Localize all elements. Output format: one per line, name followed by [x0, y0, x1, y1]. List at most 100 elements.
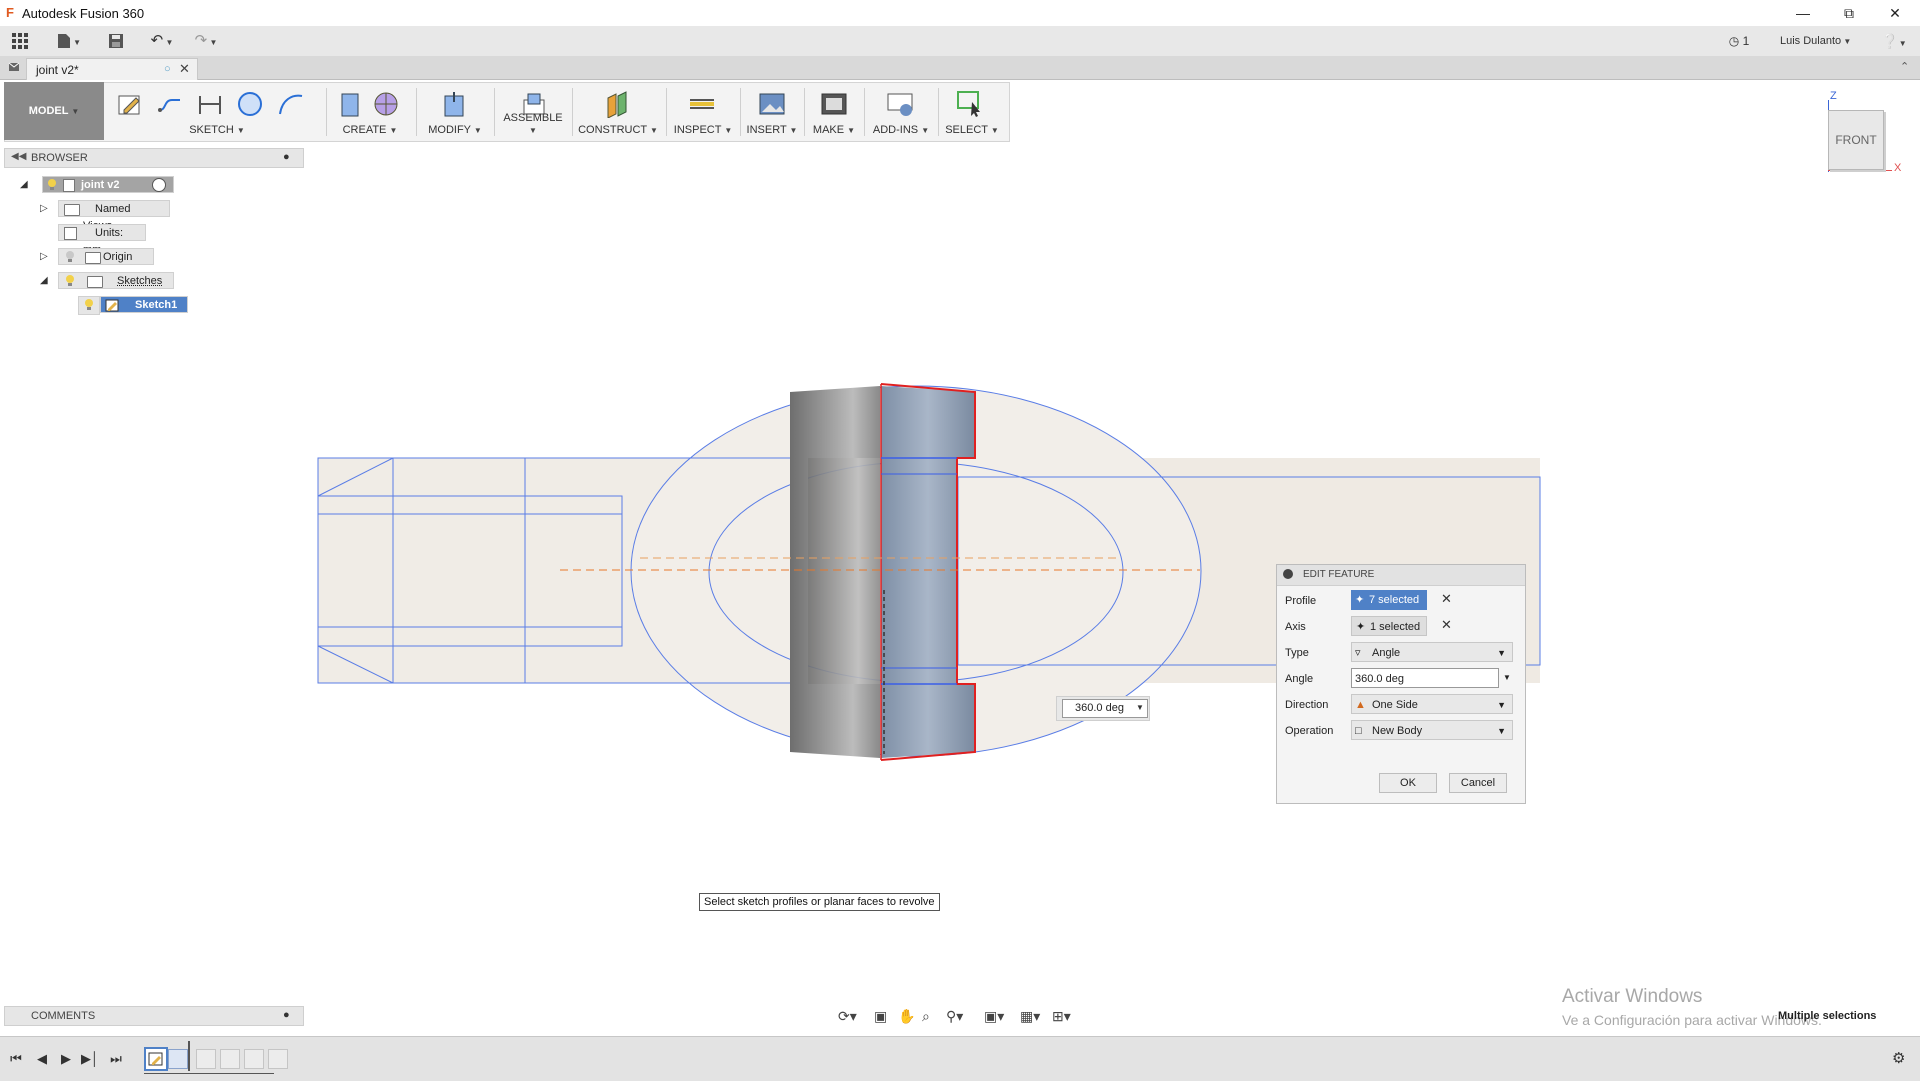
timeline-feature-suppressed[interactable] — [196, 1049, 216, 1069]
angle-value: 360.0 deg — [1355, 673, 1404, 685]
browser-item-origin[interactable]: Origin — [58, 248, 154, 265]
timeline-feature-suppressed[interactable] — [244, 1049, 264, 1069]
toolbar-group-create[interactable]: CREATE ▼ — [330, 82, 410, 140]
fit-icon[interactable]: ⚲▾ — [946, 1008, 963, 1025]
collapse-panel-icon[interactable]: ◀◀ — [11, 151, 26, 162]
save-icon[interactable] — [102, 30, 130, 52]
viewports-icon[interactable]: ⊞▾ — [1052, 1008, 1071, 1025]
job-status-button[interactable]: ◷ 1 — [1724, 30, 1754, 52]
go-to-start-icon[interactable]: ⏮ — [6, 1049, 26, 1069]
cursor-icon: ✦ — [1355, 594, 1365, 606]
circle-tool-icon — [238, 92, 262, 116]
type-dropdown[interactable]: ▿ Angle ▼ — [1351, 642, 1513, 662]
extrude-icon — [341, 93, 359, 117]
timeline-settings-gear-icon[interactable]: ⚙ — [1892, 1049, 1905, 1067]
offset-plane-icon — [607, 91, 627, 118]
step-forward-icon[interactable]: ▶│ — [80, 1049, 100, 1069]
zoom-icon[interactable]: ⌕ — [922, 1008, 930, 1025]
3d-print-icon — [821, 93, 847, 115]
app-grid-icon[interactable] — [6, 30, 34, 52]
toolbar-divider — [740, 88, 741, 136]
timeline-marker[interactable] — [188, 1041, 190, 1071]
dialog-header[interactable]: EDIT FEATURE — [1277, 565, 1525, 586]
angle-type-icon: ▿ — [1355, 647, 1361, 659]
timeline-feature-suppressed[interactable] — [220, 1049, 240, 1069]
document-tab-label: joint v2* — [36, 63, 79, 77]
workspace-switcher[interactable]: MODEL ▼ — [4, 82, 104, 140]
clear-profile-icon[interactable]: ✕ — [1441, 591, 1452, 607]
display-settings-icon[interactable]: ▣▾ — [984, 1008, 1004, 1025]
expand-named-views-icon[interactable]: ▷ — [40, 204, 50, 214]
expand-origin-icon[interactable]: ▷ — [40, 252, 50, 262]
go-to-end-icon[interactable]: ⏭ — [106, 1049, 126, 1069]
browser-item-sketches[interactable]: Sketches — [58, 272, 174, 289]
sketch-visibility-toggle[interactable] — [78, 296, 100, 315]
document-tab-bar: joint v2* ○ ✕ ⌃ — [0, 56, 1920, 80]
toolbar-group-select[interactable]: SELECT ▼ — [942, 82, 1002, 140]
help-icon[interactable]: ❔▼ — [1876, 30, 1912, 52]
direction-dropdown[interactable]: ▲ One Side ▼ — [1351, 694, 1513, 714]
browser-item-label: Origin — [103, 251, 133, 263]
user-menu[interactable]: Luis Dulanto ▼ — [1780, 30, 1880, 52]
cancel-button[interactable]: Cancel — [1449, 773, 1507, 793]
axis-selection-button[interactable]: ✦ 1 selected — [1351, 616, 1427, 636]
comments-panel-header[interactable]: COMMENTS ● — [4, 1006, 304, 1026]
window-title: Autodesk Fusion 360 — [22, 6, 145, 21]
browser-item-units[interactable]: Units: mm — [58, 224, 146, 256]
toolbar-group-sketch[interactable]: SKETCH ▼ — [112, 82, 322, 140]
close-tab-icon[interactable]: ✕ — [179, 61, 190, 77]
toolbar-group-assemble[interactable]: ASSEMBLE ▼ — [498, 82, 568, 140]
step-back-icon[interactable]: ◀ — [32, 1049, 52, 1069]
document-tab[interactable]: joint v2* ○ ✕ — [26, 58, 198, 80]
panel-pin-icon[interactable]: ● — [283, 151, 290, 163]
browser-item-sketch1[interactable]: Sketch1 — [100, 296, 188, 313]
toolbar-group-inspect[interactable]: INSPECT ▼ — [670, 82, 736, 140]
toolbar-divider — [416, 88, 417, 136]
toolbar-group-make[interactable]: MAKE ▼ — [808, 82, 860, 140]
toolbar-group-modify[interactable]: MODIFY ▼ — [420, 82, 490, 140]
close-window-button[interactable]: ✕ — [1872, 0, 1918, 26]
minimize-button[interactable]: — — [1780, 0, 1826, 26]
expand-sketches-icon[interactable]: ◢ — [40, 276, 50, 286]
pan-icon[interactable]: ✋ — [898, 1008, 915, 1025]
play-icon[interactable]: ▶ — [56, 1049, 76, 1069]
file-menu-button[interactable]: ▼ — [52, 30, 86, 52]
timeline-revolve-feature[interactable] — [168, 1049, 188, 1069]
toolbar-divider — [938, 88, 939, 136]
activate-radio-icon[interactable] — [152, 178, 166, 192]
angle-value-field[interactable]: 360.0 deg — [1351, 668, 1499, 688]
angle-dropdown-icon[interactable]: ▼ — [1136, 703, 1144, 712]
timeline-sketch-feature[interactable] — [144, 1047, 168, 1071]
clear-axis-icon[interactable]: ✕ — [1441, 617, 1452, 633]
grid-settings-icon[interactable]: ▦▾ — [1020, 1008, 1040, 1025]
type-label: Type — [1285, 647, 1309, 659]
profile-selection-button[interactable]: ✦ 7 selected — [1351, 590, 1427, 610]
data-panel-icon[interactable] — [8, 61, 20, 73]
toolbar-group-label-inspect: INSPECT ▼ — [673, 124, 733, 136]
view-cube[interactable]: FRONT — [1828, 110, 1884, 170]
restore-button[interactable]: ⧉ — [1826, 0, 1872, 26]
chevron-up-icon[interactable]: ⌃ — [1900, 60, 1909, 73]
toolbar-group-add-ins[interactable]: ADD-INS ▼ — [868, 82, 934, 140]
operation-dropdown[interactable]: □ New Body ▼ — [1351, 720, 1513, 740]
folder-icon — [87, 276, 103, 288]
toolbar-group-label-insert: INSERT ▼ — [746, 124, 798, 136]
toolbar-group-label-make: MAKE ▼ — [812, 124, 856, 136]
redo-button[interactable]: ↷ ▼ — [188, 30, 224, 52]
orbit-icon[interactable]: ⟳▾ — [838, 1008, 857, 1025]
browser-panel-header[interactable]: ◀◀ BROWSER ● — [4, 148, 304, 168]
toolbar-group-construct[interactable]: CONSTRUCT ▼ — [576, 82, 660, 140]
angle-field-dropdown-icon[interactable]: ▼ — [1503, 673, 1511, 682]
expand-root-icon[interactable]: ◢ — [20, 180, 30, 190]
undo-button[interactable]: ↶ ▼ — [144, 30, 180, 52]
look-at-icon[interactable]: ▣ — [874, 1008, 887, 1025]
comments-pin-icon[interactable]: ● — [283, 1009, 290, 1021]
view-cube-face-label: FRONT — [1835, 133, 1877, 147]
browser-item-named-views[interactable]: Named Views — [58, 200, 170, 232]
viewport-canvas[interactable] — [0, 80, 1920, 1035]
ok-button[interactable]: OK — [1379, 773, 1437, 793]
dialog-collapse-icon[interactable] — [1283, 569, 1293, 579]
timeline-bar: ⏮ ◀ ▶ ▶│ ⏭ ⚙ — [0, 1036, 1920, 1081]
timeline-feature-suppressed[interactable] — [268, 1049, 288, 1069]
toolbar-group-insert[interactable]: INSERT ▼ — [744, 82, 800, 140]
